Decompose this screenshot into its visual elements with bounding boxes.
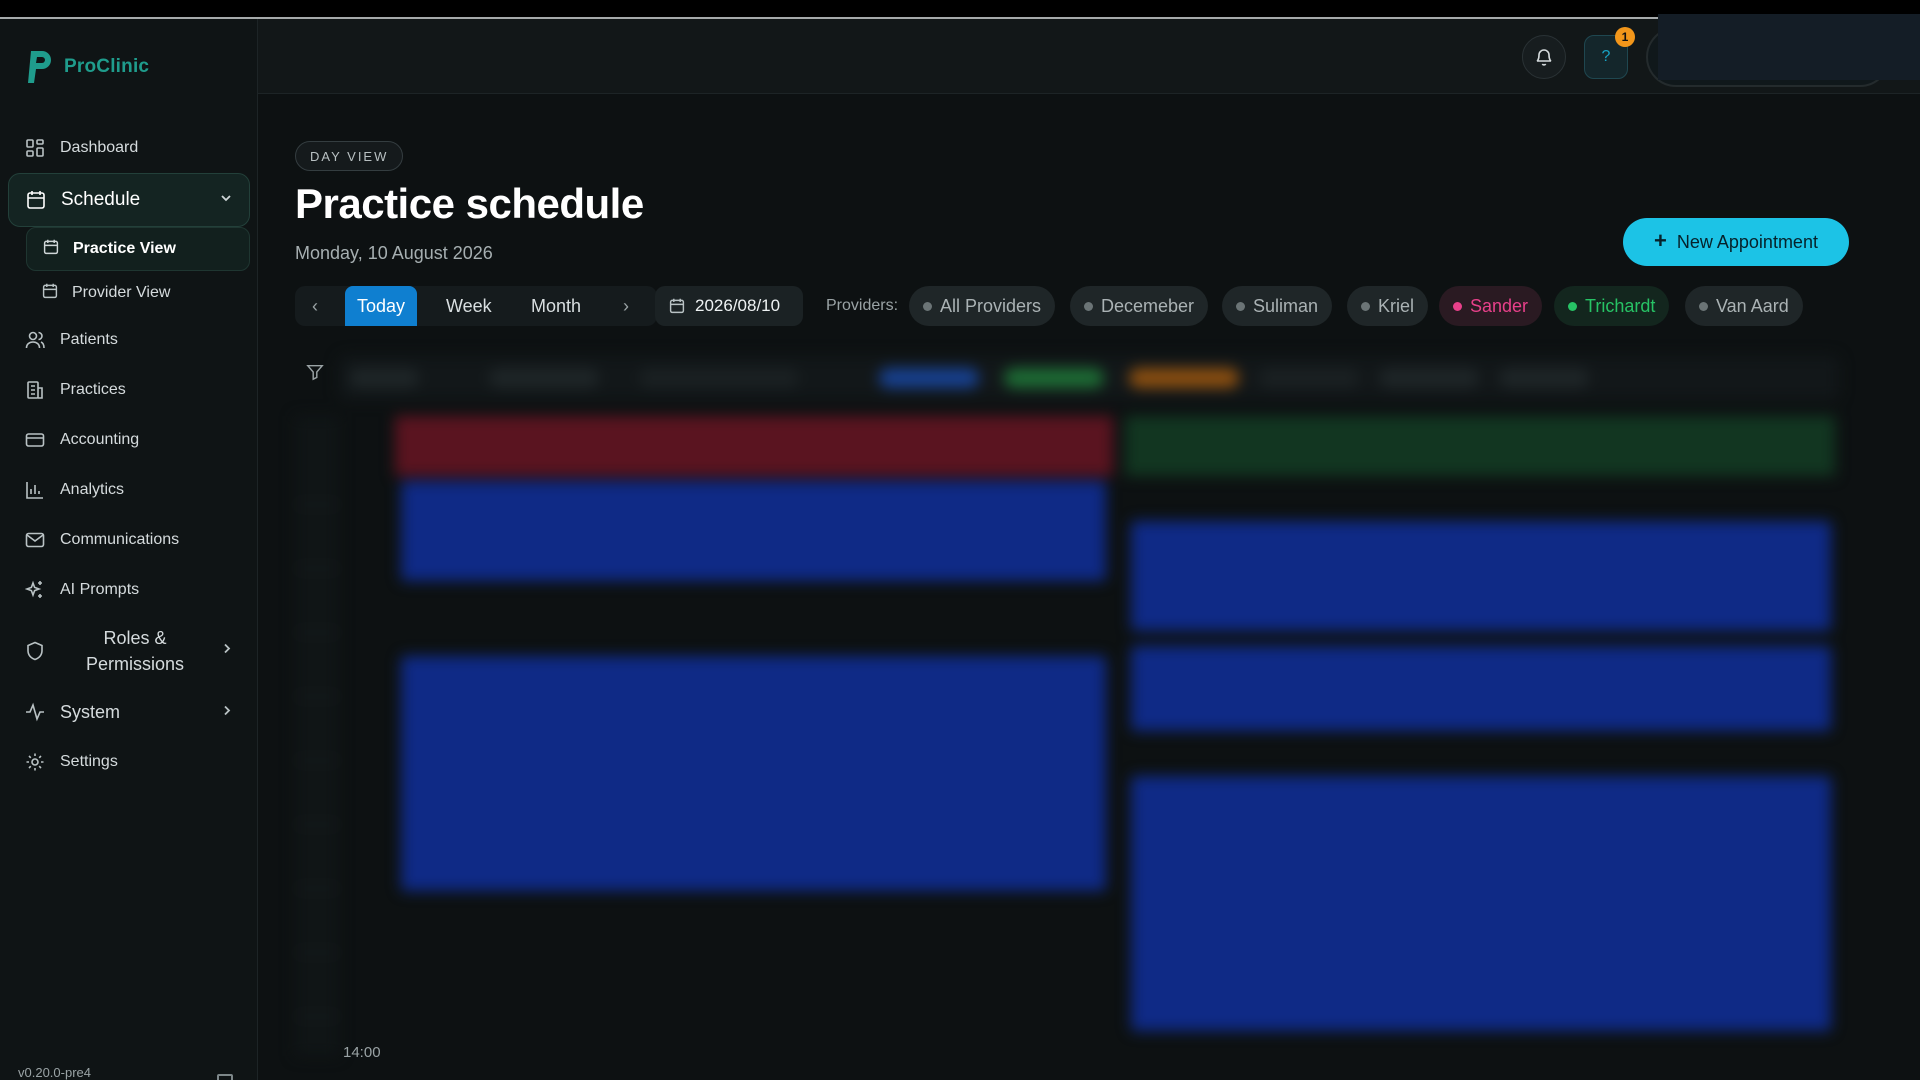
provider-name: Van Aard xyxy=(1716,295,1789,316)
card-icon xyxy=(24,429,46,451)
provider-name: All Providers xyxy=(940,295,1042,316)
sidebar-item-patients[interactable]: Patients xyxy=(8,315,250,365)
provider-name: Trichardt xyxy=(1585,295,1656,316)
sparkles-icon xyxy=(24,579,46,601)
sidebar-item-schedule[interactable]: Schedule xyxy=(8,173,250,227)
sidebar-item-analytics[interactable]: Analytics xyxy=(8,465,250,515)
provider-column-header-sander xyxy=(395,416,1113,476)
sidebar: ProClinic Dashboard Schedule Practice Vi… xyxy=(0,19,258,1080)
page-title: Practice schedule xyxy=(295,180,644,227)
chevron-right-icon xyxy=(220,702,234,723)
sidebar-item-label: System xyxy=(60,701,121,722)
status-dot xyxy=(1568,301,1577,311)
status-dot xyxy=(1453,301,1462,311)
notifications-button[interactable] xyxy=(1522,35,1566,79)
sidebar-item-practices[interactable]: Practices xyxy=(8,365,250,415)
sidebar-item-label: Dashboard xyxy=(60,139,139,156)
bar-chart-icon xyxy=(24,479,46,501)
help-badge: 1 xyxy=(1615,27,1635,47)
appointment-block[interactable] xyxy=(1131,776,1831,1031)
provider-name: Suliman xyxy=(1253,295,1319,316)
users-icon xyxy=(24,329,46,351)
building-icon xyxy=(24,379,46,401)
sidebar-item-label: AI Prompts xyxy=(60,581,140,598)
sidebar-item-roles-permissions[interactable]: Roles & Permissions xyxy=(8,615,250,687)
appointment-block[interactable] xyxy=(1131,646,1831,731)
logo-icon xyxy=(28,51,51,83)
provider-name: Kriel xyxy=(1378,295,1415,316)
sidebar-item-label: Accounting xyxy=(60,431,140,448)
sidebar-item-label: Roles & Permissions xyxy=(85,627,185,674)
calendar-icon xyxy=(43,239,59,260)
sidebar-item-system[interactable]: System xyxy=(8,687,250,737)
calendar-icon xyxy=(25,189,47,211)
sidebar-item-label: Settings xyxy=(60,753,118,770)
shield-icon xyxy=(24,640,46,662)
sidebar-nav: Dashboard Schedule Practice View Provide… xyxy=(8,123,250,787)
question-icon: ? xyxy=(1601,48,1611,65)
sidebar-item-label: Analytics xyxy=(60,481,125,498)
sidebar-item-dashboard[interactable]: Dashboard xyxy=(8,123,250,173)
sidebar-item-label: Schedule xyxy=(61,189,141,210)
new-appointment-button[interactable]: + New Appointment xyxy=(1623,218,1849,266)
status-dot xyxy=(1236,301,1245,311)
status-dot xyxy=(923,301,932,311)
activity-icon xyxy=(24,701,46,723)
chevron-right-icon xyxy=(220,642,234,661)
calendar-icon xyxy=(42,283,58,304)
provider-column-header-trichardt xyxy=(1125,416,1835,476)
help-button[interactable]: ? 1 xyxy=(1584,27,1635,79)
chevron-down-icon xyxy=(219,189,233,211)
sidebar-item-label: Communications xyxy=(60,531,180,548)
bell-icon xyxy=(1536,49,1552,66)
view-chip: DAY VIEW xyxy=(295,141,404,171)
calendar-grid xyxy=(295,316,1845,1076)
sidebar-item-label: Patients xyxy=(60,331,118,348)
sidebar-item-label: Practice View xyxy=(73,240,176,257)
app-version: v0.20.0-pre4 xyxy=(18,1065,91,1080)
status-dot xyxy=(1699,301,1708,311)
sidebar-item-settings[interactable]: Settings xyxy=(8,737,250,787)
appointment-block[interactable] xyxy=(1131,521,1831,631)
sidebar-item-label: Practices xyxy=(60,381,126,398)
user-menu-overlay xyxy=(1658,14,1920,80)
status-dot xyxy=(1361,301,1370,311)
new-appointment-label: New Appointment xyxy=(1676,231,1818,252)
appointment-block[interactable] xyxy=(401,656,1106,891)
grid-icon xyxy=(24,137,46,159)
sidebar-item-provider-view[interactable]: Provider View xyxy=(26,271,250,315)
appointment-block[interactable] xyxy=(401,481,1106,581)
date-value: 2026/08/10 xyxy=(695,296,781,315)
providers-label: Providers: xyxy=(826,297,899,314)
calendar-filter-bar xyxy=(339,356,1839,400)
gear-icon xyxy=(24,751,46,773)
top-header: ? 1 xyxy=(258,14,1920,94)
time-label: 14:00 xyxy=(343,1044,381,1061)
provider-name: Sander xyxy=(1470,295,1529,316)
schedule-calendar: 14:00 xyxy=(295,316,1845,1076)
logo[interactable]: ProClinic xyxy=(24,49,149,85)
sidebar-item-ai-prompts[interactable]: AI Prompts xyxy=(8,565,250,615)
sidebar-item-label: Provider View xyxy=(72,284,171,301)
page-date: Monday, 10 August 2026 xyxy=(295,243,493,263)
app-name: ProClinic xyxy=(64,56,150,77)
sidebar-item-accounting[interactable]: Accounting xyxy=(8,415,250,465)
sidebar-item-practice-view[interactable]: Practice View xyxy=(26,227,250,271)
filter-button[interactable] xyxy=(295,352,335,392)
filter-icon xyxy=(306,364,324,381)
sidebar-item-communications[interactable]: Communications xyxy=(8,515,250,565)
collapse-sidebar-icon[interactable] xyxy=(217,1074,233,1080)
status-dot xyxy=(1084,301,1093,311)
time-gutter xyxy=(295,416,339,1056)
provider-name: Decemeber xyxy=(1101,295,1195,316)
window-top-strip xyxy=(0,0,1920,19)
plus-icon: + xyxy=(1654,228,1667,253)
calendar-icon xyxy=(669,298,685,314)
mail-icon xyxy=(24,529,46,551)
